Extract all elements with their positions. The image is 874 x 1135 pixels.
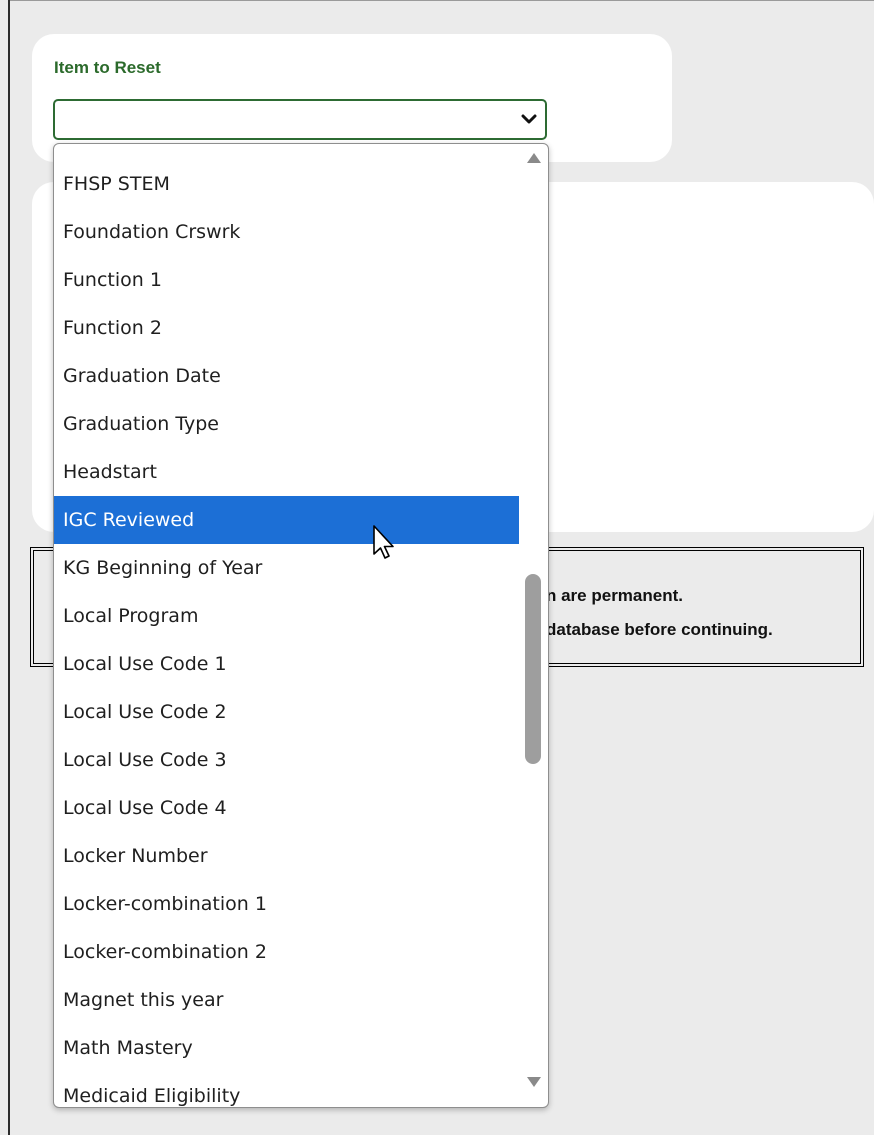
dropdown-option[interactable]: KG Beginning of Year bbox=[54, 544, 519, 592]
dropdown-option[interactable]: Local Use Code 4 bbox=[54, 784, 519, 832]
dropdown-option[interactable]: IGC Reviewed bbox=[54, 496, 519, 544]
dropdown-options: FHSP STEM Foundation Crswrk Function 1 Func… bbox=[54, 160, 519, 1107]
dropdown-option[interactable]: Graduation Date bbox=[54, 352, 519, 400]
dropdown-option[interactable]: Math Mastery bbox=[54, 1024, 519, 1072]
dropdown-option[interactable]: Local Program bbox=[54, 592, 519, 640]
dropdown-option[interactable]: Local Use Code 1 bbox=[54, 640, 519, 688]
dropdown-option[interactable]: Function 2 bbox=[54, 304, 519, 352]
dropdown-option[interactable]: Locker-combination 1 bbox=[54, 880, 519, 928]
dropdown-option[interactable]: Magnet this year bbox=[54, 976, 519, 1024]
dropdown-option[interactable]: Function 1 bbox=[54, 256, 519, 304]
dropdown-option[interactable]: Graduation Type bbox=[54, 400, 519, 448]
chevron-down-icon bbox=[521, 114, 537, 124]
window-left-border bbox=[8, 0, 10, 1135]
item-to-reset-select[interactable] bbox=[53, 99, 547, 140]
window-top-border bbox=[8, 0, 874, 1]
scrollbar-thumb[interactable] bbox=[525, 574, 541, 764]
item-to-reset-label: Item to Reset bbox=[54, 58, 161, 77]
dropdown-option[interactable]: Locker-combination 2 bbox=[54, 928, 519, 976]
mouse-pointer-icon bbox=[373, 525, 394, 559]
scroll-down-arrow-icon[interactable] bbox=[526, 1076, 542, 1088]
dropdown-option[interactable]: Local Use Code 3 bbox=[54, 736, 519, 784]
dropdown-option[interactable]: Locker Number bbox=[54, 832, 519, 880]
dropdown-option[interactable]: Medicaid Eligibility bbox=[54, 1072, 519, 1107]
dropdown-option[interactable]: FHSP STEM bbox=[54, 160, 519, 208]
warning-line-1: n are permanent. bbox=[546, 586, 683, 605]
scroll-up-arrow-icon[interactable] bbox=[526, 152, 542, 164]
dropdown-option[interactable]: Headstart bbox=[54, 448, 519, 496]
item-to-reset-dropdown-list[interactable]: FHSP STEM Foundation Crswrk Function 1 Func… bbox=[53, 143, 549, 1108]
warning-line-2: database before continuing. bbox=[546, 620, 773, 639]
dropdown-option[interactable]: Foundation Crswrk bbox=[54, 208, 519, 256]
dropdown-option[interactable]: Local Use Code 2 bbox=[54, 688, 519, 736]
